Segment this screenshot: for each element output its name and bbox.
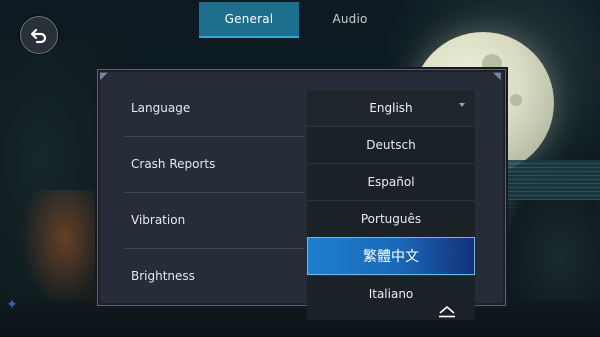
option-label: 繁體中文 [363,249,419,265]
crash-reports-label: Crash Reports [131,157,216,171]
language-option-portugues[interactable]: Português [307,200,475,237]
language-selected-value: English [369,100,413,115]
language-options-list[interactable]: Deutsch Español Português 繁體中文 Italiano [307,126,475,320]
option-label: Español [367,175,415,189]
vibration-label: Vibration [131,213,186,227]
undo-arrow-icon [30,28,47,44]
tab-general-label: General [224,12,274,26]
back-button[interactable] [20,16,58,54]
option-label: Português [360,212,422,226]
top-tab-bar: General Audio [0,0,600,40]
tab-general[interactable]: General [199,2,299,38]
language-option-traditional-chinese[interactable]: 繁體中文 [307,237,475,275]
tab-audio[interactable]: Audio [300,2,400,36]
option-label: Deutsch [366,138,416,152]
settings-screen: ✦ General Audio ◤ ◥ Language Crash Repor… [0,0,600,337]
chevron-down-icon [459,103,465,107]
option-label: Italiano [368,287,414,301]
tab-audio-label: Audio [332,12,368,26]
corner-ornament: ◤ [100,71,108,82]
brightness-label: Brightness [131,269,195,283]
character-sprite: ✦ [6,297,18,313]
language-option-espanol[interactable]: Español [307,163,475,200]
corner-ornament: ◥ [493,71,501,82]
language-option-deutsch[interactable]: Deutsch [307,126,475,163]
language-label: Language [131,101,191,115]
language-dropdown[interactable]: English [307,90,475,125]
scroll-up-icon[interactable] [438,306,456,318]
